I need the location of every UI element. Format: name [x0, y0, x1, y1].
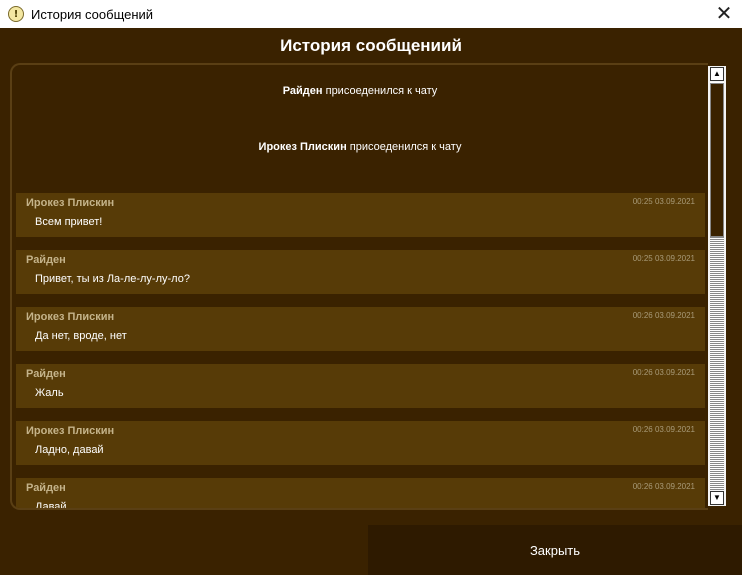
- system-message: Ирокез Плискин присоеденился к чату: [12, 141, 708, 153]
- message-text: Жаль: [35, 387, 64, 399]
- message-item: Райден 00:25 03.09.2021 Привет, ты из Ла…: [16, 250, 705, 294]
- message-item: Райден 00:26 03.09.2021 Жаль: [16, 364, 705, 408]
- page-title: История сообщениий: [280, 36, 462, 55]
- message-author: Ирокез Плискин: [26, 197, 115, 209]
- message-item: Райден 00:26 03.09.2021 Давай: [16, 478, 705, 510]
- message-author: Ирокез Плискин: [26, 425, 115, 437]
- message-time: 00:26 03.09.2021: [632, 311, 695, 320]
- message-text: Да нет, вроде, нет: [35, 330, 127, 342]
- window-title: История сообщений: [31, 6, 154, 22]
- close-button[interactable]: Закрыть: [368, 525, 742, 575]
- system-message-name: Райден: [282, 85, 323, 97]
- message-time: 00:26 03.09.2021: [632, 425, 695, 434]
- system-message-text: присоеденился к чату: [325, 85, 438, 97]
- message-time: 00:25 03.09.2021: [632, 254, 695, 263]
- message-text: Ладно, давай: [35, 444, 104, 456]
- message-item: Ирокез Плискин 00:25 03.09.2021 Всем при…: [16, 193, 705, 237]
- chat-history-panel[interactable]: Райден присоеденился к чату Ирокез Плиск…: [10, 63, 708, 510]
- message-author: Райден: [26, 254, 66, 266]
- system-message-text: присоеденился к чату: [349, 141, 462, 153]
- app-icon: !: [8, 6, 24, 22]
- message-item: Ирокез Плискин 00:26 03.09.2021 Да нет, …: [16, 307, 705, 351]
- message-time: 00:26 03.09.2021: [632, 368, 695, 377]
- message-text: Всем привет!: [35, 216, 103, 228]
- message-author: Райден: [26, 482, 66, 494]
- message-text: Давай: [35, 501, 67, 510]
- title-bar: ! История сообщений ✕: [0, 0, 742, 28]
- close-window-icon[interactable]: ✕: [714, 1, 734, 25]
- scroll-down-icon[interactable]: ▼: [710, 491, 724, 505]
- message-author: Райден: [26, 368, 66, 380]
- system-message-name: Ирокез Плискин: [258, 141, 347, 153]
- message-item: Ирокез Плискин 00:26 03.09.2021 Ладно, д…: [16, 421, 705, 465]
- vertical-scrollbar[interactable]: ▲ ▼: [708, 66, 726, 506]
- message-text: Привет, ты из Ла-ле-лу-лу-ло?: [35, 273, 190, 285]
- scroll-up-icon[interactable]: ▲: [710, 67, 724, 81]
- scrollbar-thumb[interactable]: [710, 83, 724, 237]
- message-time: 00:26 03.09.2021: [632, 482, 695, 491]
- message-author: Ирокез Плискин: [26, 311, 115, 323]
- message-time: 00:25 03.09.2021: [632, 197, 695, 206]
- system-message: Райден присоеденился к чату: [12, 85, 708, 97]
